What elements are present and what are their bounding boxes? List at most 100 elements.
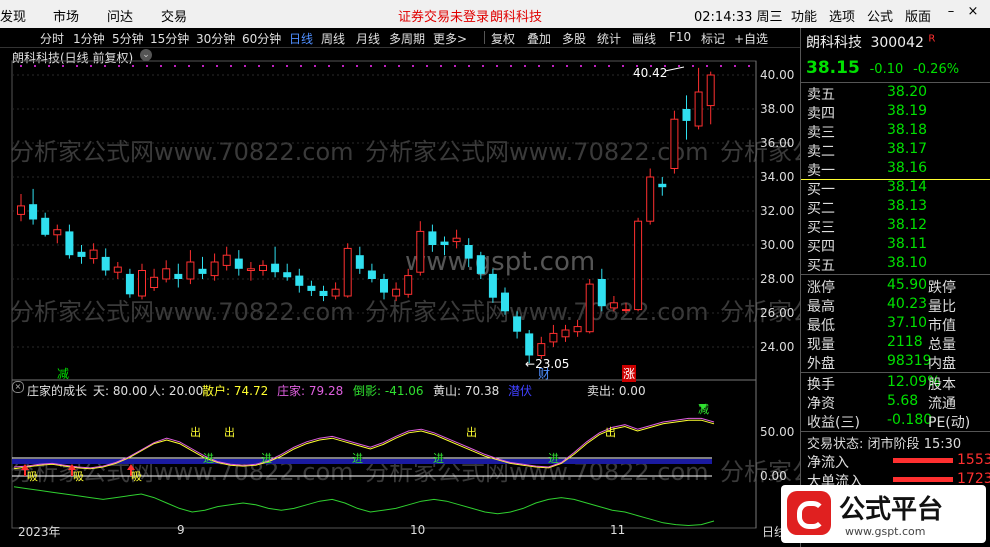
top-dotline <box>580 65 582 67</box>
period-weekly[interactable]: 周线 <box>321 30 345 47</box>
period-more[interactable]: 更多> <box>433 30 467 47</box>
candle-body <box>392 288 401 297</box>
y-tick-label: 24.00 <box>760 340 795 354</box>
marker-zhang: 涨 <box>622 365 637 382</box>
candle-body <box>573 326 582 333</box>
top-dotline <box>440 65 442 67</box>
tool-fuquan[interactable]: 复权 <box>491 30 515 47</box>
logo-mark-icon <box>787 491 831 535</box>
y-tick-label: 30.00 <box>760 238 795 252</box>
indicator-huangshan: 黄山: 70.38 <box>433 384 500 398</box>
tool-draw[interactable]: 画线 <box>632 30 656 47</box>
menu-wenda[interactable]: 问达 <box>107 6 133 25</box>
indicator-ren: 人: 20.00 <box>149 384 204 398</box>
candle-body <box>585 283 594 333</box>
period-30min[interactable]: 30分钟 <box>196 30 235 47</box>
indicator-sell: 卖出: 0.00 <box>587 384 646 398</box>
top-dotline <box>454 65 456 67</box>
tool-mark[interactable]: 标记 <box>701 30 725 47</box>
period-1min[interactable]: 1分钟 <box>73 30 105 47</box>
top-dotline <box>286 65 288 67</box>
candle-body <box>658 183 667 188</box>
menu-function[interactable]: 功能 <box>791 6 817 25</box>
marker-jian: 减 <box>57 367 70 381</box>
candle-body <box>89 249 98 260</box>
login-warning[interactable]: 证券交易未登录 <box>398 6 489 25</box>
menu-trade[interactable]: 交易 <box>161 6 187 25</box>
candle-body <box>77 251 86 257</box>
candle-body <box>622 309 630 312</box>
candle-body <box>222 254 231 266</box>
period-multi[interactable]: 多周期 <box>389 30 425 47</box>
period-5min[interactable]: 5分钟 <box>112 30 144 47</box>
menu-formula[interactable]: 公式 <box>867 6 893 25</box>
stat-row: 现量 2118 总量 <box>807 334 956 353</box>
candle-body <box>597 279 606 307</box>
candle-body <box>380 279 388 293</box>
stat-row: 最低 37.10 市值 <box>807 315 956 334</box>
top-dotline <box>412 65 414 67</box>
period-daily[interactable]: 日线 <box>289 30 313 47</box>
candle-body <box>440 241 449 245</box>
top-dotline <box>48 65 50 67</box>
tool-f10[interactable]: F10 <box>669 30 691 44</box>
x-axis-label: 11 <box>610 523 626 537</box>
kline-chart-panel[interactable]: 朗科科技(日线 前复权) ⌄ 分析家公式网www.70822.com 分析家公式… <box>0 47 990 547</box>
minimize-icon[interactable]: – <box>944 4 958 20</box>
top-dotline <box>20 65 22 67</box>
menu-layout[interactable]: 版面 <box>905 6 931 25</box>
period-60min[interactable]: 60分钟 <box>242 30 281 47</box>
candle-body <box>525 333 534 356</box>
candle-body <box>283 272 292 278</box>
top-dotline <box>370 65 372 67</box>
stock-code: 300042 <box>870 35 924 51</box>
menu-market[interactable]: 市场 <box>53 6 79 25</box>
net-inflow-row: 净流入 1553 <box>807 452 990 471</box>
top-dotline <box>398 65 400 67</box>
mark-jin: 进 <box>548 452 559 465</box>
tool-multistock[interactable]: 多股 <box>562 30 586 47</box>
tool-stats[interactable]: 统计 <box>597 30 621 47</box>
period-15min[interactable]: 15分钟 <box>150 30 189 47</box>
quote-header: 朗科科技 300042 R <box>806 32 935 52</box>
stat-row: 净资 5.68 流通 <box>807 393 956 412</box>
period-monthly[interactable]: 月线 <box>356 30 380 47</box>
mark-xi: 吸 <box>131 470 142 483</box>
tool-overlay[interactable]: 叠加 <box>527 30 551 47</box>
menu-discover[interactable]: 发现 <box>0 6 26 25</box>
candle-body <box>271 263 280 273</box>
high-price-label: 40.42 <box>633 66 668 80</box>
menu-options[interactable]: 选项 <box>829 6 855 25</box>
candle-body <box>29 204 38 220</box>
ask-row: 卖三 38.18 <box>807 122 928 141</box>
price-change-pct: -0.26% <box>913 62 960 77</box>
ask-row: 卖二 38.17 <box>807 141 928 160</box>
y-tick-label: 28.00 <box>760 272 795 286</box>
ask-row: 卖五 38.20 <box>807 84 928 103</box>
candle-body <box>513 316 522 332</box>
indicator-sanhu: 散户: 74.72 <box>202 384 269 398</box>
mark-jin: 进 <box>352 452 363 465</box>
x-axis-label: 9 <box>177 523 185 537</box>
top-dotline <box>328 65 330 67</box>
bid-row: 买三 38.12 <box>807 217 928 236</box>
candle-body <box>609 302 618 309</box>
candle-body <box>694 91 703 127</box>
candle-body <box>162 268 171 280</box>
kline-svg[interactable] <box>0 47 800 547</box>
top-dotline <box>482 65 484 67</box>
top-dotline <box>118 65 120 67</box>
tool-add-watchlist[interactable]: +自选 <box>734 30 768 47</box>
close-icon[interactable]: × <box>966 4 980 20</box>
top-dotline <box>90 65 92 67</box>
candle-body <box>210 261 219 277</box>
stat-row: 涨停 45.90 跌停 <box>807 277 956 296</box>
divider <box>801 82 990 83</box>
stat-row: 最高 40.23 量比 <box>807 296 956 315</box>
period-fenshi[interactable]: 分时 <box>40 30 64 47</box>
top-dotline <box>552 65 554 67</box>
last-price: 38.15 <box>806 58 860 78</box>
ask-row: 卖四 38.19 <box>807 103 928 122</box>
net-inflow-bar <box>893 458 953 463</box>
indicator-settings-icon[interactable]: × <box>12 381 24 393</box>
